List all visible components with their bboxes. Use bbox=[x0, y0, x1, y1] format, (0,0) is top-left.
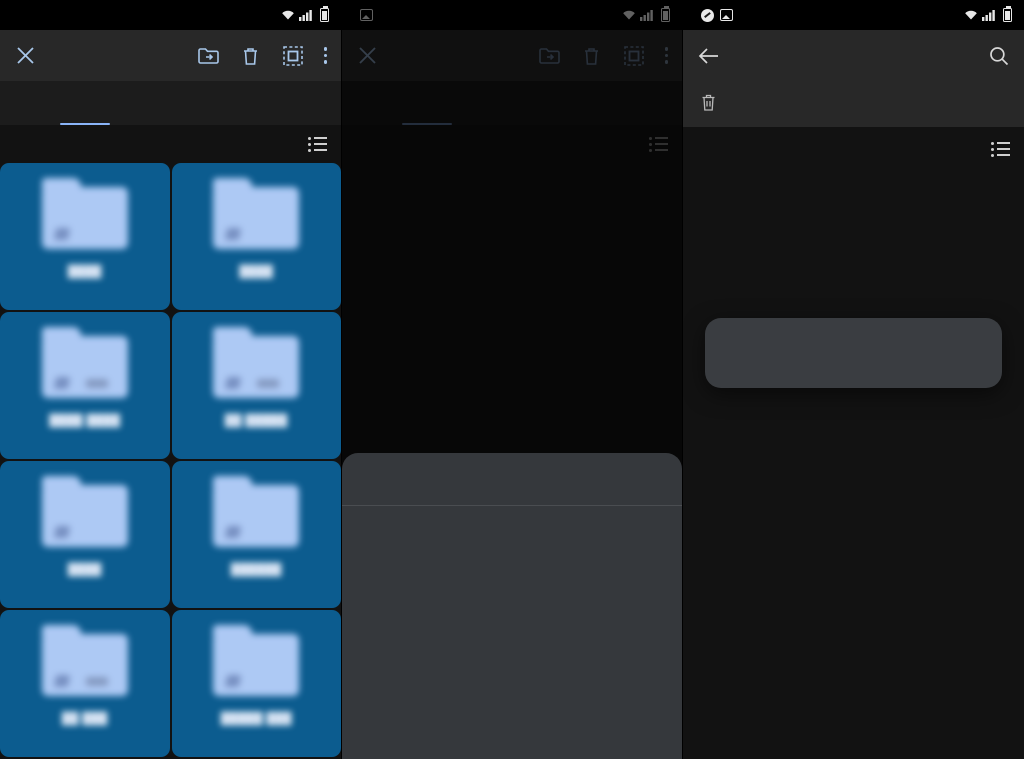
folder-card[interactable]: ████ ████ bbox=[0, 312, 170, 459]
signal-icon bbox=[640, 9, 653, 21]
folder-icon bbox=[213, 625, 300, 696]
folder-name: ██████ bbox=[230, 564, 282, 576]
folder-name: ████ bbox=[67, 266, 102, 278]
folder-card[interactable]: ██ ███ bbox=[0, 610, 170, 757]
panel-selection: ████ ████ ████ ████ ██ █████ ████ ██████ ██ ██… bbox=[0, 0, 341, 759]
battery-icon bbox=[320, 6, 329, 22]
status-bar bbox=[0, 0, 341, 30]
folder-card[interactable]: ██████ bbox=[171, 461, 341, 608]
tab-my-drive[interactable] bbox=[0, 81, 171, 125]
folder-name: ██ █████ bbox=[224, 415, 288, 427]
close-icon[interactable] bbox=[14, 45, 36, 67]
tab-computers[interactable] bbox=[171, 81, 342, 125]
drive-tabs bbox=[342, 81, 682, 125]
context-bottom-sheet bbox=[342, 453, 682, 759]
overflow-menu-icon[interactable] bbox=[664, 47, 668, 64]
folder-name: ██ ███ bbox=[61, 713, 108, 725]
sort-row bbox=[0, 125, 341, 163]
folder-icon bbox=[41, 625, 128, 696]
move-to-folder-icon[interactable] bbox=[198, 45, 220, 67]
status-bar bbox=[683, 0, 1024, 30]
delete-forever-button[interactable] bbox=[976, 362, 980, 370]
tab-computers[interactable] bbox=[512, 81, 682, 125]
photo-icon bbox=[720, 9, 733, 21]
folder-name: █████ ███ bbox=[220, 713, 292, 725]
photo-icon bbox=[360, 9, 373, 21]
battery-icon bbox=[1003, 6, 1012, 22]
dialog-actions bbox=[727, 362, 980, 376]
messenger-icon bbox=[701, 8, 714, 22]
tab-my-drive[interactable] bbox=[342, 81, 512, 125]
trash-icon bbox=[700, 93, 717, 115]
folder-card[interactable]: ████ bbox=[0, 461, 170, 608]
folder-name: ████ ████ bbox=[49, 415, 121, 427]
list-view-icon[interactable] bbox=[991, 141, 1010, 157]
select-all-icon[interactable] bbox=[282, 45, 304, 67]
screenshot-stage: ████ ████ ████ ████ ██ █████ ████ ██████ ██ ██… bbox=[0, 0, 1024, 759]
move-to-folder-icon[interactable] bbox=[539, 45, 561, 67]
folder-icon bbox=[213, 476, 300, 547]
wifi-icon bbox=[281, 9, 295, 21]
panel-trash bbox=[682, 0, 1024, 759]
status-bar bbox=[342, 0, 682, 30]
trash-appbar bbox=[683, 30, 1024, 81]
folder-icon bbox=[213, 327, 300, 398]
overflow-menu-icon[interactable] bbox=[323, 47, 327, 64]
trash-icon[interactable] bbox=[581, 45, 603, 67]
sort-row bbox=[683, 127, 1024, 171]
folder-icon bbox=[213, 178, 300, 249]
folder-name: ████ bbox=[239, 266, 274, 278]
wifi-icon bbox=[622, 9, 636, 21]
folder-icon bbox=[41, 476, 128, 547]
sheet-header bbox=[342, 453, 682, 506]
delete-forever-dialog bbox=[705, 318, 1002, 388]
search-icon[interactable] bbox=[988, 45, 1010, 67]
folder-card[interactable]: ████ bbox=[0, 163, 170, 310]
sort-row bbox=[342, 125, 682, 163]
close-icon[interactable] bbox=[356, 45, 378, 67]
folder-name: ████ bbox=[67, 564, 102, 576]
folder-card[interactable]: ██ █████ bbox=[171, 312, 341, 459]
select-all-icon[interactable] bbox=[623, 45, 645, 67]
battery-icon bbox=[661, 6, 670, 22]
back-arrow-icon[interactable] bbox=[697, 45, 719, 67]
drive-tabs bbox=[0, 81, 341, 125]
cancel-button[interactable] bbox=[946, 362, 950, 370]
folder-card[interactable]: ████ bbox=[171, 163, 341, 310]
folder-card[interactable]: █████ ███ bbox=[171, 610, 341, 757]
trash-notice bbox=[683, 81, 1024, 127]
list-view-icon[interactable] bbox=[308, 136, 327, 152]
folder-icon bbox=[41, 327, 128, 398]
folder-icon bbox=[41, 178, 128, 249]
selection-appbar bbox=[342, 30, 682, 81]
selection-appbar bbox=[0, 30, 341, 81]
trash-icon[interactable] bbox=[240, 45, 262, 67]
wifi-icon bbox=[964, 9, 978, 21]
signal-icon bbox=[982, 9, 995, 21]
folder-grid: ████ ████ ████ ████ ██ █████ ████ ██████ ██ ██… bbox=[0, 163, 341, 757]
panel-context-menu bbox=[341, 0, 682, 759]
list-view-icon[interactable] bbox=[649, 136, 668, 152]
signal-icon bbox=[299, 9, 312, 21]
